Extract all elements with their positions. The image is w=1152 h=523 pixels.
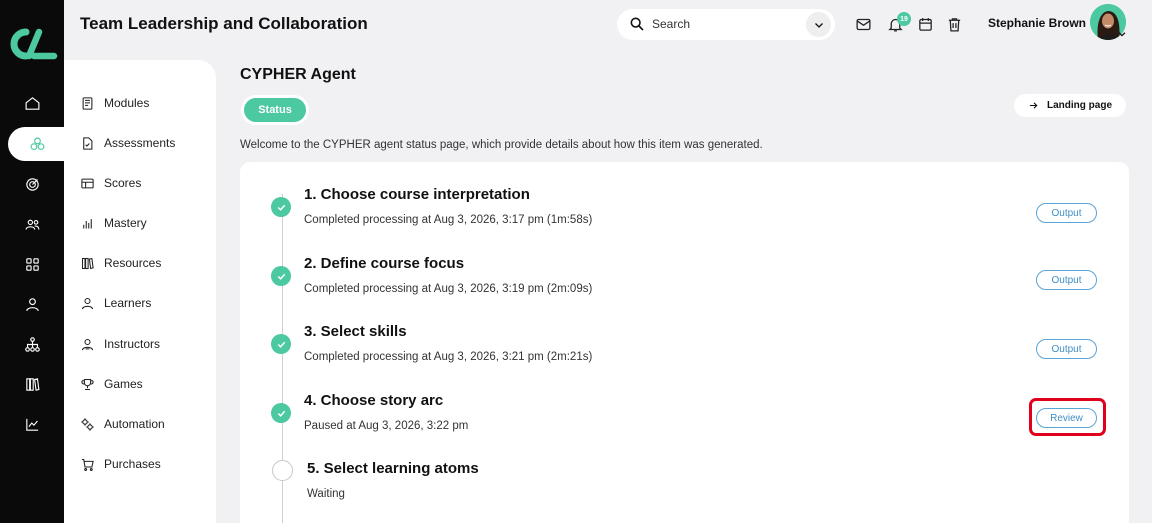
step-status: Completed processing at Aug 3, 2026, 3:1… [304, 214, 593, 226]
notification-badge: 19 [897, 12, 911, 26]
nav-item-automation[interactable]: Automation [80, 414, 165, 434]
target-icon [25, 177, 39, 191]
step-status: Completed processing at Aug 3, 2026, 3:1… [304, 283, 593, 295]
icon-rail [0, 0, 66, 523]
instructors-icon [81, 338, 94, 350]
rail-hierarchy[interactable] [0, 327, 64, 361]
nav-label: Games [104, 377, 143, 391]
learners-icon [81, 297, 94, 309]
search-input[interactable]: Search [652, 17, 690, 31]
chart-icon [25, 418, 38, 431]
step-item: 3. Select skills Completed processing at… [240, 311, 1129, 371]
step-complete-check-icon [271, 266, 291, 286]
assessments-icon [83, 136, 93, 150]
nav-item-games[interactable]: Games [80, 374, 143, 394]
step-status: Completed processing at Aug 3, 2026, 3:2… [304, 351, 593, 363]
search-dropdown-button[interactable] [806, 12, 831, 37]
step-title: 2. Define course focus [304, 255, 465, 272]
search-box[interactable]: Search [617, 9, 835, 40]
home-icon [25, 96, 39, 110]
step-status: Paused at Aug 3, 2026, 3:22 pm [304, 420, 469, 432]
rail-person[interactable] [0, 287, 64, 321]
intro-text: Welcome to the CYPHER agent status page,… [240, 139, 763, 151]
user-menu-chevron-icon[interactable] [1117, 29, 1127, 39]
nav-item-mastery[interactable]: Mastery [80, 213, 147, 233]
scores-icon [81, 178, 94, 188]
step-title: 3. Select skills [304, 323, 407, 340]
landing-page-button[interactable]: Landing page [1014, 94, 1126, 117]
rail-library[interactable] [0, 367, 64, 401]
atom-icon [30, 137, 44, 150]
steps-card: 1. Choose course interpretation Complete… [240, 162, 1129, 523]
library-icon [25, 377, 40, 391]
nav-label: Learners [104, 296, 152, 310]
step-pending-circle-icon [272, 460, 293, 481]
tab-status[interactable]: Status [241, 95, 309, 125]
step-complete-check-icon [271, 197, 291, 217]
app-title: Team Leadership and Collaboration [80, 14, 368, 33]
step-item: 1. Choose course interpretation Complete… [240, 174, 1129, 234]
logo-icon[interactable] [6, 24, 58, 64]
output-button[interactable]: Output [1036, 339, 1097, 359]
nav-item-resources[interactable]: Resources [80, 253, 161, 273]
rail-atoms[interactable] [8, 127, 66, 161]
gears-icon [81, 417, 94, 431]
mail-icon[interactable] [855, 16, 872, 33]
step-complete-check-icon [271, 334, 291, 354]
rail-home[interactable] [0, 86, 64, 120]
mastery-icon [83, 218, 92, 228]
nav-label: Purchases [104, 457, 161, 471]
nav-label: Scores [104, 176, 142, 190]
output-button[interactable]: Output [1036, 270, 1097, 290]
calendar-icon[interactable] [917, 16, 934, 33]
nav-label: Instructors [104, 337, 161, 351]
user-name[interactable]: Stephanie Brown [988, 16, 1086, 30]
nav-label: Mastery [104, 216, 147, 230]
hierarchy-icon [24, 336, 40, 352]
review-button-highlight [1029, 398, 1106, 436]
rail-users[interactable] [0, 207, 64, 241]
nav-label: Resources [104, 256, 162, 270]
landing-page-label: Landing page [1047, 100, 1112, 111]
arrow-right-icon [1029, 102, 1038, 109]
rail-target[interactable] [0, 167, 64, 201]
step-status: Waiting [307, 488, 345, 500]
step-title: 4. Choose story arc [304, 392, 444, 409]
grid-icon [25, 257, 39, 271]
nav-item-learners[interactable]: Learners [80, 293, 151, 313]
trash-icon[interactable] [946, 16, 963, 33]
step-title: 1. Choose course interpretation [304, 186, 530, 203]
nav-label: Automation [104, 417, 165, 431]
step-item: 5. Select learning atoms Waiting [240, 460, 1129, 520]
nav-item-scores[interactable]: Scores [80, 173, 141, 193]
tab-status-label: Status [244, 98, 306, 122]
modules-icon [82, 96, 93, 110]
cart-icon [81, 458, 94, 471]
nav-label: Modules [104, 96, 150, 110]
step-item: 4. Choose story arc Paused at Aug 3, 202… [240, 380, 1129, 440]
nav-label: Assessments [104, 136, 176, 150]
nav-item-instructors[interactable]: Instructors [80, 334, 160, 354]
section-nav: Modules Assessments Scores Mastery Resou… [64, 60, 216, 523]
person-icon [25, 297, 39, 311]
chevron-down-icon [814, 22, 823, 28]
rail-grid[interactable] [0, 247, 64, 281]
page-title: CYPHER Agent [240, 66, 356, 83]
output-button[interactable]: Output [1036, 203, 1097, 223]
rail-chart[interactable] [0, 407, 64, 441]
step-complete-check-icon [271, 403, 291, 423]
trophy-icon [81, 378, 94, 390]
nav-item-assessments[interactable]: Assessments [80, 133, 175, 153]
search-icon [630, 17, 644, 31]
nav-item-modules[interactable]: Modules [80, 93, 149, 113]
step-title: 5. Select learning atoms [307, 460, 479, 477]
nav-item-purchases[interactable]: Purchases [80, 454, 161, 474]
step-item: 2. Define course focus Completed process… [240, 243, 1129, 303]
resources-icon [81, 257, 94, 269]
users-icon [25, 219, 39, 230]
